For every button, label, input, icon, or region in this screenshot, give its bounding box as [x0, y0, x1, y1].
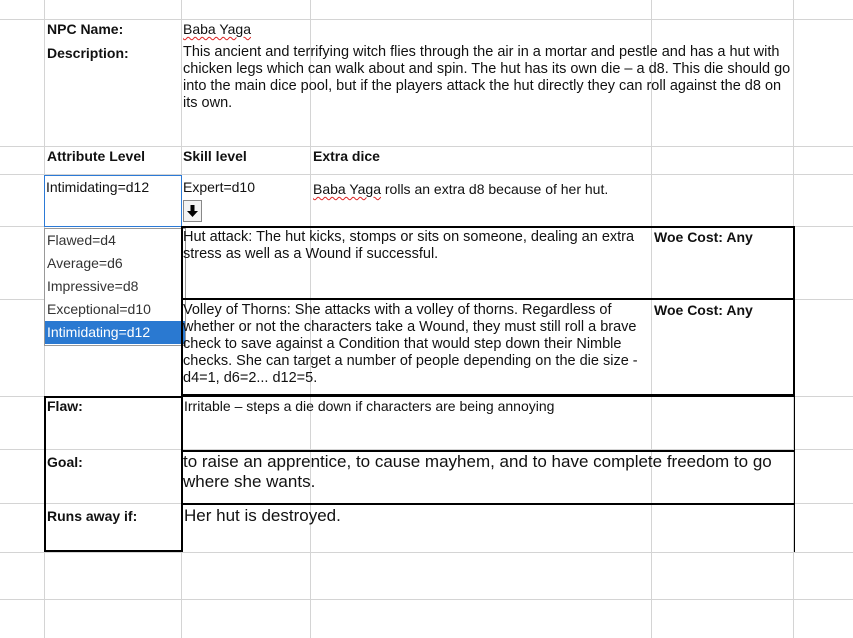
- npc-name-cell[interactable]: Baba Yaga: [183, 21, 251, 38]
- dropdown-option[interactable]: Impressive=d8: [45, 275, 185, 298]
- flaw-value[interactable]: Irritable – steps a die down if characte…: [184, 398, 554, 415]
- runs-away-label: Runs away if:: [47, 508, 138, 524]
- description-value[interactable]: This ancient and terrifying witch flies …: [183, 44, 793, 112]
- extra-dice-header: Extra dice: [313, 148, 380, 164]
- goal-label: Goal:: [47, 454, 83, 470]
- skill-level-header: Skill level: [183, 148, 247, 164]
- attribute-level-header: Attribute Level: [47, 148, 146, 164]
- dropdown-option[interactable]: Flawed=d4: [45, 229, 185, 252]
- extra-dice-name: Baba Yaga: [313, 181, 381, 197]
- npc-name-value: Baba Yaga: [183, 21, 251, 37]
- dropdown-option[interactable]: Average=d6: [45, 252, 185, 275]
- extra-dice-value[interactable]: Baba Yaga rolls an extra d8 because of h…: [313, 181, 608, 198]
- description-label: Description:: [47, 45, 129, 61]
- flaw-label: Flaw:: [47, 398, 83, 414]
- extra-dice-text: rolls an extra d8 because of her hut.: [381, 181, 609, 197]
- woe-cost[interactable]: Woe Cost: Any: [654, 229, 753, 246]
- arrow-down-icon: [187, 204, 198, 217]
- runs-away-value[interactable]: Her hut is destroyed.: [184, 506, 341, 526]
- woe-cost[interactable]: Woe Cost: Any: [654, 302, 753, 319]
- attack-description[interactable]: Volley of Thorns: She attacks with a vol…: [183, 302, 649, 387]
- skill-level-value[interactable]: Expert=d10: [183, 179, 255, 196]
- dropdown-option[interactable]: Exceptional=d10: [45, 298, 185, 321]
- attribute-level-value[interactable]: Intimidating=d12: [46, 179, 149, 196]
- npc-name-label: NPC Name:: [47, 21, 124, 37]
- attack-description[interactable]: Hut attack: The hut kicks, stomps or sit…: [183, 229, 647, 263]
- dropdown-toggle-button[interactable]: [183, 200, 202, 222]
- goal-value[interactable]: to raise an apprentice, to cause mayhem,…: [183, 452, 783, 492]
- dropdown-option-selected[interactable]: Intimidating=d12: [45, 321, 185, 344]
- attribute-dropdown-list[interactable]: Flawed=d4 Average=d6 Impressive=d8 Excep…: [44, 228, 186, 346]
